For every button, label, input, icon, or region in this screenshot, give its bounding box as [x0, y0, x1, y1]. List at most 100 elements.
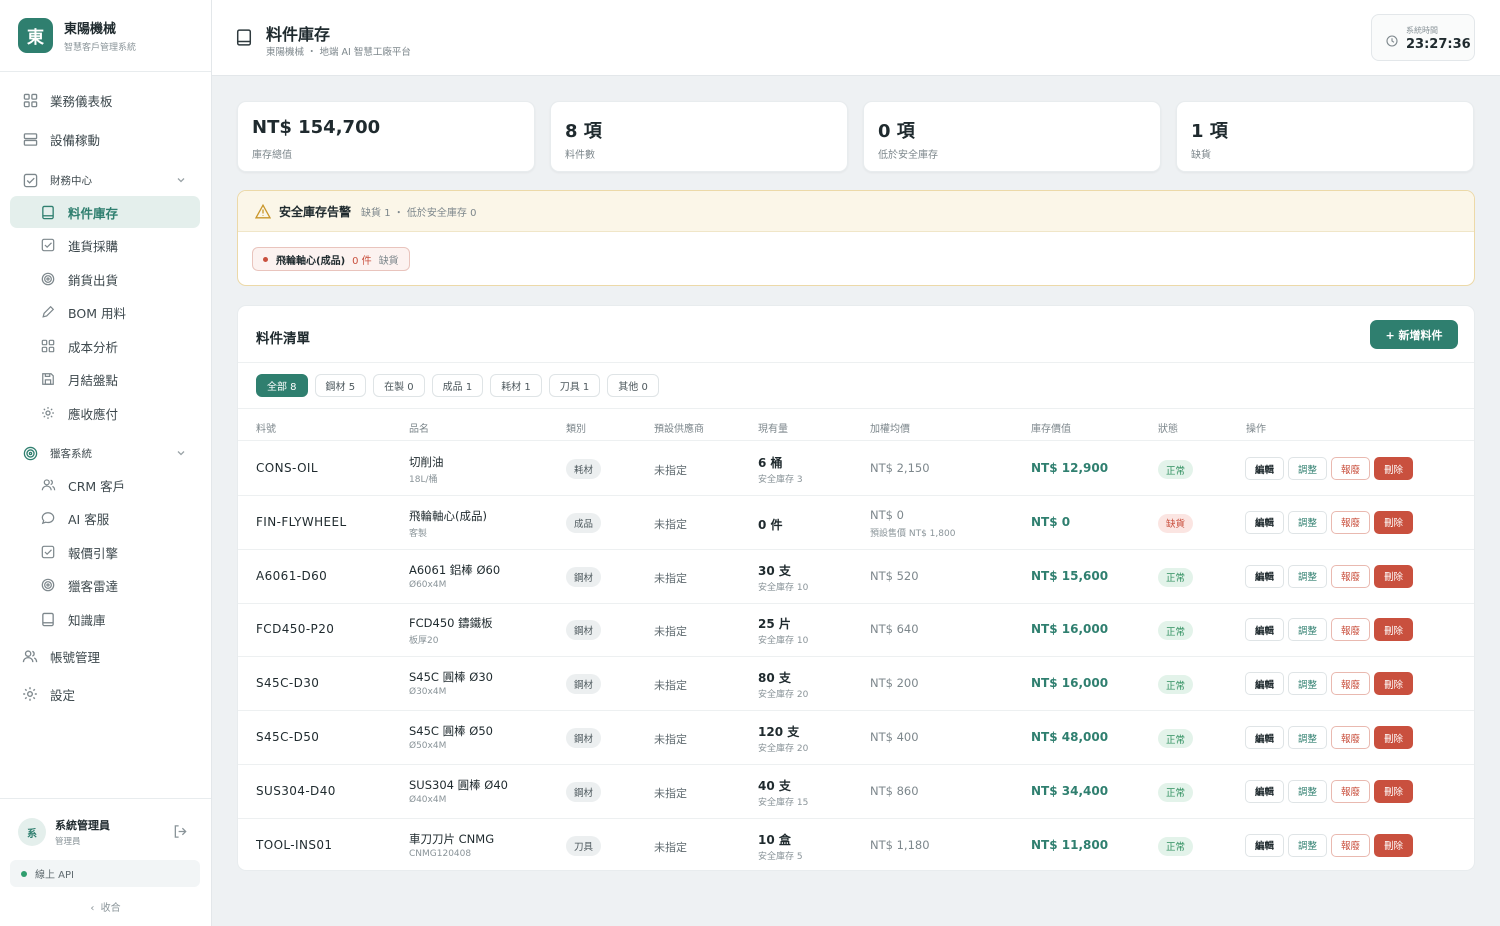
scrap-button[interactable]: 報廢	[1331, 672, 1371, 696]
row-actions: 編輯 調整 報廢 刪除	[1245, 672, 1417, 696]
item-name: S45C 圓棒 Ø50	[409, 724, 493, 738]
sidebar-item-knowledge[interactable]: 知識庫	[10, 603, 200, 635]
column-header: 預設供應商	[654, 424, 704, 435]
save-icon	[40, 371, 56, 387]
adjust-button[interactable]: 調整	[1288, 618, 1328, 642]
sidebar-group-crm[interactable]: 獵客系統	[10, 437, 200, 469]
sidebar-item-crm[interactable]: CRM 客戶	[10, 469, 200, 501]
delete-button[interactable]: 刪除	[1374, 672, 1414, 696]
sidebar-item-ai-service[interactable]: AI 客服	[10, 502, 200, 534]
api-status-label: 線上 API	[35, 870, 74, 881]
delete-button[interactable]: 刪除	[1374, 510, 1414, 534]
inventory-list-card: 料件清單 + 新增料件 全部 8 鋼材 5 在製 0 成品 1 耗材 1 刀具 …	[237, 305, 1475, 871]
delete-button[interactable]: 刪除	[1374, 618, 1414, 642]
stock-qty: 40 支	[758, 778, 791, 793]
table-row[interactable]: FCD450-P20 FCD450 鑄鐵板 板厚20 鋼材 未指定 25 片安全庫存 10…	[238, 603, 1474, 658]
logout-icon[interactable]	[173, 824, 189, 840]
category-badge: 鋼材	[566, 674, 602, 695]
delete-button[interactable]: 刪除	[1374, 457, 1414, 480]
status-badge: 正常	[1158, 729, 1194, 748]
sidebar-item-accounts[interactable]: 帳號管理	[10, 640, 200, 672]
sidebar-item-bom[interactable]: BOM 用料	[10, 296, 200, 328]
sidebar-item-settings[interactable]: 設定	[10, 678, 200, 710]
adjust-button[interactable]: 調整	[1288, 726, 1328, 749]
sidebar-item-cost[interactable]: 成本分析	[10, 330, 200, 362]
stat-card-out-of-stock: 1 項 缺貨	[1176, 101, 1474, 172]
item-name: SUS304 圓棒 Ø40	[409, 777, 508, 792]
edit-button[interactable]: 編輯	[1245, 833, 1285, 857]
table-row[interactable]: FIN-FLYWHEEL 飛輪軸心(成品) 客製 成品 未指定 0 件 NT$ 0 預設售價 …	[238, 496, 1474, 550]
edit-button[interactable]: 編輯	[1245, 672, 1285, 696]
stock-value: NT$ 11,800	[1031, 837, 1109, 852]
adjust-button[interactable]: 調整	[1288, 672, 1328, 696]
item-code: FCD450-P20	[256, 622, 335, 637]
filter-all[interactable]: 全部 8	[256, 374, 308, 397]
stat-value: 0 項	[878, 121, 915, 142]
edit-button[interactable]: 編輯	[1245, 618, 1285, 642]
sidebar-item-equipment[interactable]: 設備稼動	[10, 123, 200, 155]
checkbox-icon	[40, 544, 56, 560]
sidebar-item-radar[interactable]: 獵客雷達	[10, 569, 200, 601]
sidebar-item-sales[interactable]: 銷貨出貨	[10, 263, 200, 295]
table-row[interactable]: S45C-D50 S45C 圓棒 Ø50 Ø50x4M 鋼材 未指定 120 支安全庫存 …	[238, 711, 1474, 765]
stat-value: NT$ 154,700	[252, 117, 381, 138]
page-subtitle: 東陽機械 ・ 地端 AI 智慧工廠平台	[266, 47, 411, 58]
delete-button[interactable]: 刪除	[1374, 726, 1414, 749]
edit-button[interactable]: 編輯	[1245, 510, 1285, 534]
sidebar-item-ar-ap[interactable]: 應收應付	[10, 397, 200, 429]
table-row[interactable]: A6061-D60 A6061 鋁棒 Ø60 Ø60x4M 鋼材 未指定 30 支安全庫存…	[238, 550, 1474, 604]
stat-label: 料件數	[565, 150, 595, 161]
scrap-button[interactable]: 報廢	[1331, 726, 1371, 749]
filter-tool[interactable]: 刀具 1	[548, 374, 601, 397]
brand-logo: 東	[18, 18, 53, 53]
sidebar-group-label: 財務中心	[50, 174, 92, 187]
scrap-button[interactable]: 報廢	[1331, 779, 1371, 803]
adjust-button[interactable]: 調整	[1288, 833, 1328, 857]
table-row[interactable]: TOOL-INS01 車刀刀片 CNMG CNMG120408 刀具 未指定 10 盒安全…	[238, 819, 1474, 870]
filter-consumable[interactable]: 耗材 1	[490, 374, 542, 397]
collapse-sidebar-button[interactable]: ‹ 收合	[0, 899, 211, 914]
sidebar-item-label: 帳號管理	[50, 649, 101, 665]
scrap-button[interactable]: 報廢	[1331, 618, 1371, 642]
filter-steel[interactable]: 鋼材 5	[314, 374, 367, 397]
weighted-avg-price: NT$ 640	[870, 622, 919, 637]
sidebar-item-inventory[interactable]: 料件庫存	[10, 196, 200, 228]
scrap-button[interactable]: 報廢	[1331, 564, 1371, 588]
delete-button[interactable]: 刪除	[1374, 564, 1414, 588]
sidebar-group-finance[interactable]: 財務中心	[10, 164, 200, 196]
alert-item-chip[interactable]: 飛輪軸心(成品) 0 件 缺貨	[252, 247, 410, 271]
edit-button[interactable]: 編輯	[1245, 457, 1285, 480]
sidebar-item-dashboard[interactable]: 業務儀表板	[10, 84, 200, 116]
category-badge: 成品	[566, 512, 602, 533]
sidebar-item-purchasing[interactable]: 進貨採購	[10, 229, 200, 261]
adjust-button[interactable]: 調整	[1288, 564, 1328, 588]
users-icon	[40, 477, 56, 493]
delete-button[interactable]: 刪除	[1374, 779, 1414, 803]
adjust-button[interactable]: 調整	[1288, 510, 1328, 534]
adjust-button[interactable]: 調整	[1288, 779, 1328, 803]
delete-button[interactable]: 刪除	[1374, 833, 1414, 857]
edit-button[interactable]: 編輯	[1245, 564, 1285, 588]
stock-value: NT$ 12,900	[1031, 461, 1109, 475]
scrap-button[interactable]: 報廢	[1331, 510, 1371, 534]
edit-button[interactable]: 編輯	[1245, 726, 1285, 749]
adjust-button[interactable]: 調整	[1288, 457, 1328, 480]
add-item-button[interactable]: + 新增料件	[1370, 320, 1458, 349]
scrap-button[interactable]: 報廢	[1331, 457, 1371, 480]
table-row[interactable]: SUS304-D40 SUS304 圓棒 Ø40 Ø40x4M 鋼材 未指定 40 支安全…	[238, 765, 1474, 819]
filter-wip[interactable]: 在製 0	[373, 374, 425, 397]
table-row[interactable]: S45C-D30 S45C 圓棒 Ø30 Ø30x4M 鋼材 未指定 80 支安全庫存 2…	[238, 657, 1474, 712]
stock-qty: 10 盒	[758, 832, 791, 847]
stat-card-below-safety: 0 項 低於安全庫存	[863, 101, 1161, 172]
brand: 東 東陽機械 智慧客戶管理系統	[0, 0, 211, 72]
table-row[interactable]: CONS-OIL 切削油 18L/桶 耗材 未指定 6 桶安全庫存 3 NT$ 2,150 N…	[238, 442, 1474, 496]
sidebar-item-quote-engine[interactable]: 報價引擎	[10, 536, 200, 568]
user-profile[interactable]: 系 系統管理員 管理員	[18, 817, 110, 847]
scrap-button[interactable]: 報廢	[1331, 833, 1371, 857]
filter-other[interactable]: 其他 0	[607, 374, 659, 397]
filter-finished[interactable]: 成品 1	[431, 374, 484, 397]
edit-button[interactable]: 編輯	[1245, 779, 1285, 803]
sidebar-item-monthly-close[interactable]: 月結盤點	[10, 363, 200, 395]
item-name: A6061 鋁棒 Ø60	[409, 562, 501, 577]
target-icon	[40, 271, 56, 287]
